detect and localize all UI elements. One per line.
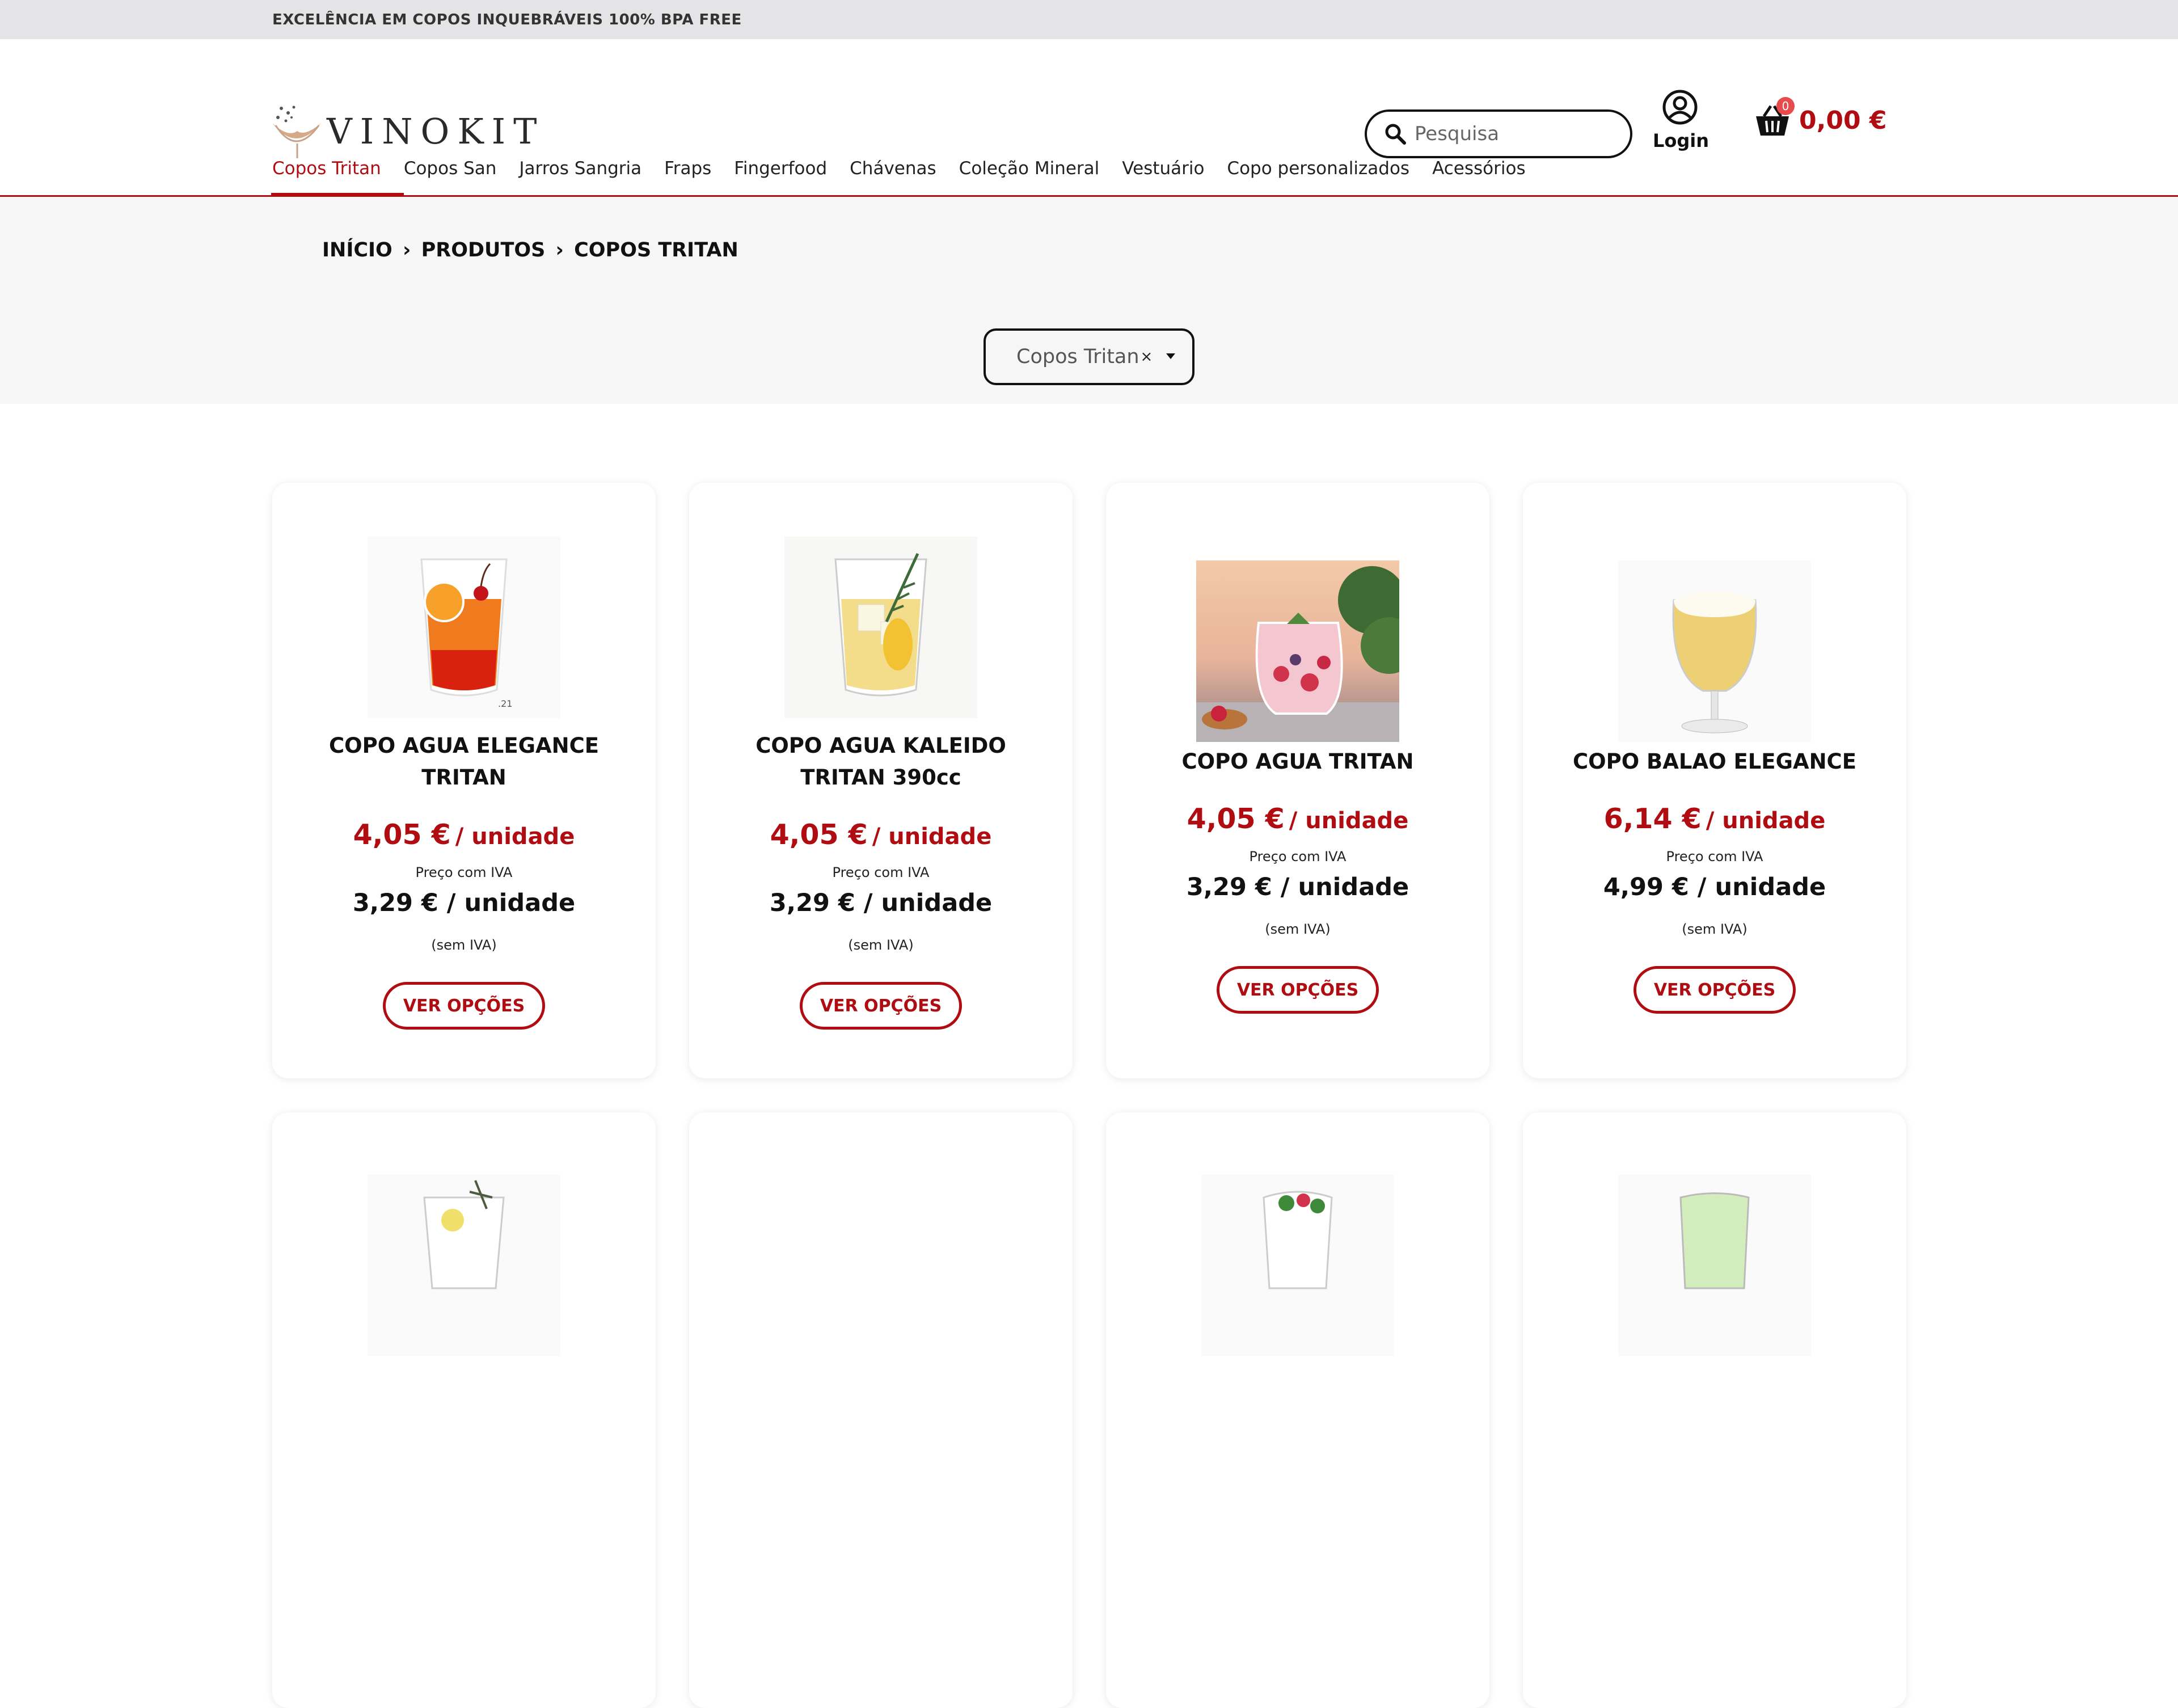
product-card: COPO AGUA KALEIDO TRITAN 390cc 4,05 € / u… [689,483,1073,1078]
price-with-vat: 6,14 € / unidade [1603,803,1826,835]
view-options-button[interactable]: VER OPÇÕES [800,982,962,1030]
product-image[interactable]: .21 [368,537,560,718]
product-card [272,1112,656,1708]
product-card [1106,1112,1489,1708]
product-image[interactable] [1618,560,1811,742]
user-circle-icon [1662,90,1698,125]
no-vat-label: (sem IVA) [1265,921,1331,937]
product-title[interactable]: COPO BALAO ELEGANCE [1546,746,1884,778]
promo-topbar: EXCELÊNCIA EM COPOS INQUEBRÁVEIS 100% BP… [0,0,2178,39]
product-title[interactable]: COPO AGUA KALEIDO TRITAN 390cc [712,730,1050,794]
nav-item-copo-personalizados[interactable]: Copo personalizados [1227,141,1409,196]
price-without-vat: 3,29 € / unidade [769,889,993,917]
vat-label: Preço com IVA [415,864,513,880]
nav-item-copos-tritan[interactable]: Copos Tritan [271,141,404,198]
basket-icon: 0 [1753,97,1795,140]
clear-filter-icon[interactable]: × [1141,348,1153,365]
no-vat-label: (sem IVA) [431,937,497,953]
product-card [1523,1112,1906,1708]
breadcrumb-home[interactable]: INÍCIO [322,239,392,262]
price-with-vat: 4,05 € / unidade [353,819,575,851]
view-options-button[interactable]: VER OPÇÕES [383,982,545,1030]
price-without-vat: 4,99 € / unidade [1603,873,1826,901]
vat-label: Preço com IVA [1666,849,1763,864]
product-card: COPO BALAO ELEGANCE 6,14 € / unidade Preç… [1523,483,1906,1078]
vat-label: Preço com IVA [1249,849,1347,864]
cart-total: 0,00 € [1799,106,1887,135]
chevron-right-icon: › [555,239,564,262]
nav-item-copos-san[interactable]: Copos San [404,141,497,196]
product-card: .21 COPO AGUA ELEGANCE TRITAN 4,05 € / un… [272,483,656,1078]
view-options-button[interactable]: VER OPÇÕES [1217,966,1379,1014]
price-with-vat: 4,05 € / unidade [1187,803,1409,835]
product-image[interactable] [784,537,977,718]
promo-text: EXCELÊNCIA EM COPOS INQUEBRÁVEIS 100% BP… [272,11,742,28]
product-title[interactable]: COPO AGUA ELEGANCE TRITAN [295,730,633,794]
price-with-vat: 4,05 € / unidade [770,819,992,851]
product-card: COPO AGUA TRITAN 4,05 € / unidade Preço c… [1106,483,1489,1078]
no-vat-label: (sem IVA) [1682,921,1748,937]
product-card [689,1112,1073,1708]
breadcrumb-products[interactable]: PRODUTOS [421,239,546,262]
product-image[interactable] [368,1175,560,1356]
nav-item-vestuario[interactable]: Vestuário [1122,141,1204,196]
view-options-button[interactable]: VER OPÇÕES [1633,966,1796,1014]
nav-item-jarros-sangria[interactable]: Jarros Sangria [519,141,641,196]
nav-item-chavenas[interactable]: Chávenas [850,141,936,196]
product-image[interactable] [1201,1175,1394,1356]
chevron-right-icon: › [403,239,411,262]
price-without-vat: 3,29 € / unidade [352,889,576,917]
nav-item-fraps[interactable]: Fraps [664,141,711,196]
breadcrumb: INÍCIO › PRODUTOS › COPOS TRITAN [322,239,738,262]
product-title[interactable]: COPO AGUA TRITAN [1129,746,1467,778]
category-filter-select[interactable]: Copos Tritan × [984,328,1194,385]
nav-item-fingerfood[interactable]: Fingerfood [734,141,827,196]
no-vat-label: (sem IVA) [848,937,914,953]
price-without-vat: 3,29 € / unidade [1186,873,1409,901]
vat-label: Preço com IVA [832,864,930,880]
breadcrumb-current: COPOS TRITAN [574,239,738,262]
main-nav: Copos Tritan Copos San Jarros Sangria Fr… [0,141,2178,198]
nav-item-acessorios[interactable]: Acessórios [1432,141,1526,196]
filter-value: Copos Tritan [1016,345,1139,368]
nav-item-colecao-mineral[interactable]: Coleção Mineral [959,141,1100,196]
product-image[interactable] [1618,1175,1811,1356]
cart-button[interactable]: 0 0,00 € [1753,97,1887,140]
category-banner: INÍCIO › PRODUTOS › COPOS TRITAN Copos T… [0,197,2178,404]
image-watermark: .21 [498,698,512,709]
product-image[interactable] [1196,560,1399,742]
site-header: VINOKIT Login 0 0,00 € [0,39,2178,158]
caret-down-icon[interactable] [1166,353,1175,359]
cart-count-badge: 0 [1776,97,1795,115]
